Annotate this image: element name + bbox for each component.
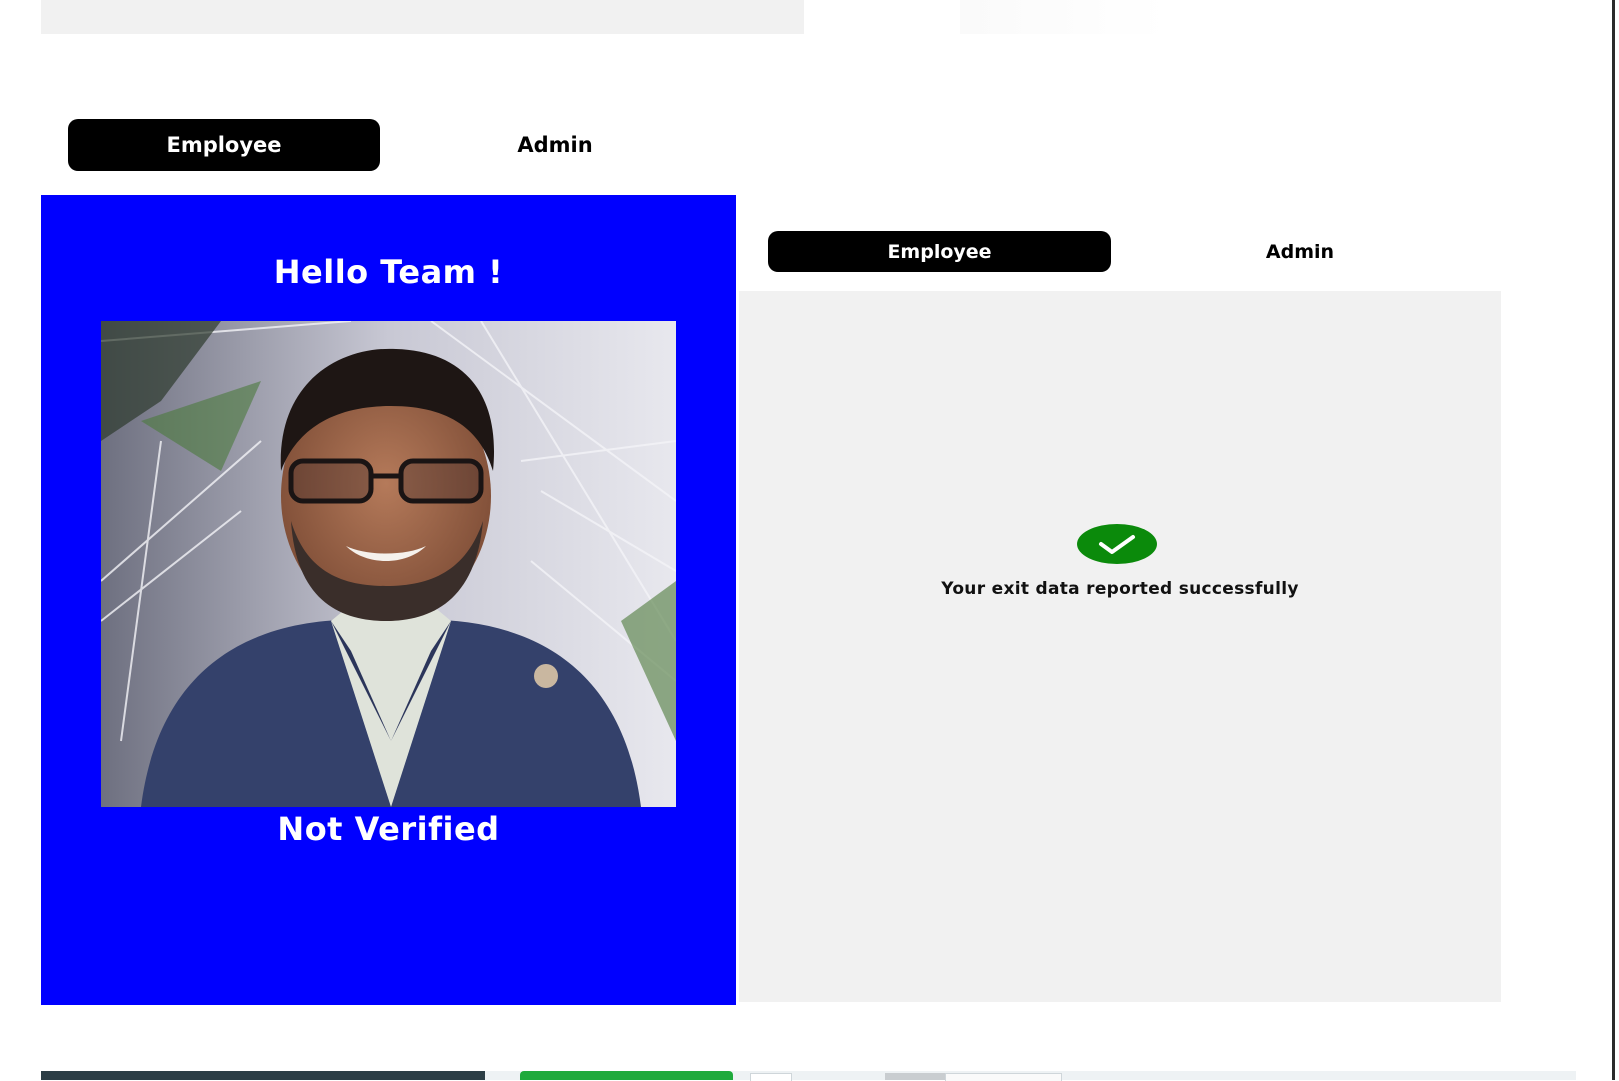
- window-edge: [1612, 0, 1615, 1080]
- top-strip: [41, 0, 804, 34]
- verification-status: Not Verified: [277, 810, 500, 848]
- bottom-dark-block: [41, 1071, 485, 1080]
- tab-employee[interactable]: Employee: [68, 119, 380, 171]
- success-message: Your exit data reported successfully: [941, 579, 1299, 599]
- bottom-box: [885, 1073, 945, 1080]
- verification-panel: Hello Team ! Not Verified: [41, 195, 736, 1005]
- tab-admin[interactable]: Admin: [470, 119, 640, 171]
- tab-admin-secondary[interactable]: Admin: [1210, 231, 1390, 272]
- employee-photo: [101, 321, 676, 807]
- greeting-text: Hello Team !: [273, 253, 504, 291]
- top-strip-right: [960, 0, 1170, 34]
- result-panel: Your exit data reported successfully: [739, 291, 1501, 1002]
- tab-employee-secondary[interactable]: Employee: [768, 231, 1111, 272]
- check-icon: [1077, 524, 1157, 564]
- bottom-green-button[interactable]: [520, 1071, 733, 1080]
